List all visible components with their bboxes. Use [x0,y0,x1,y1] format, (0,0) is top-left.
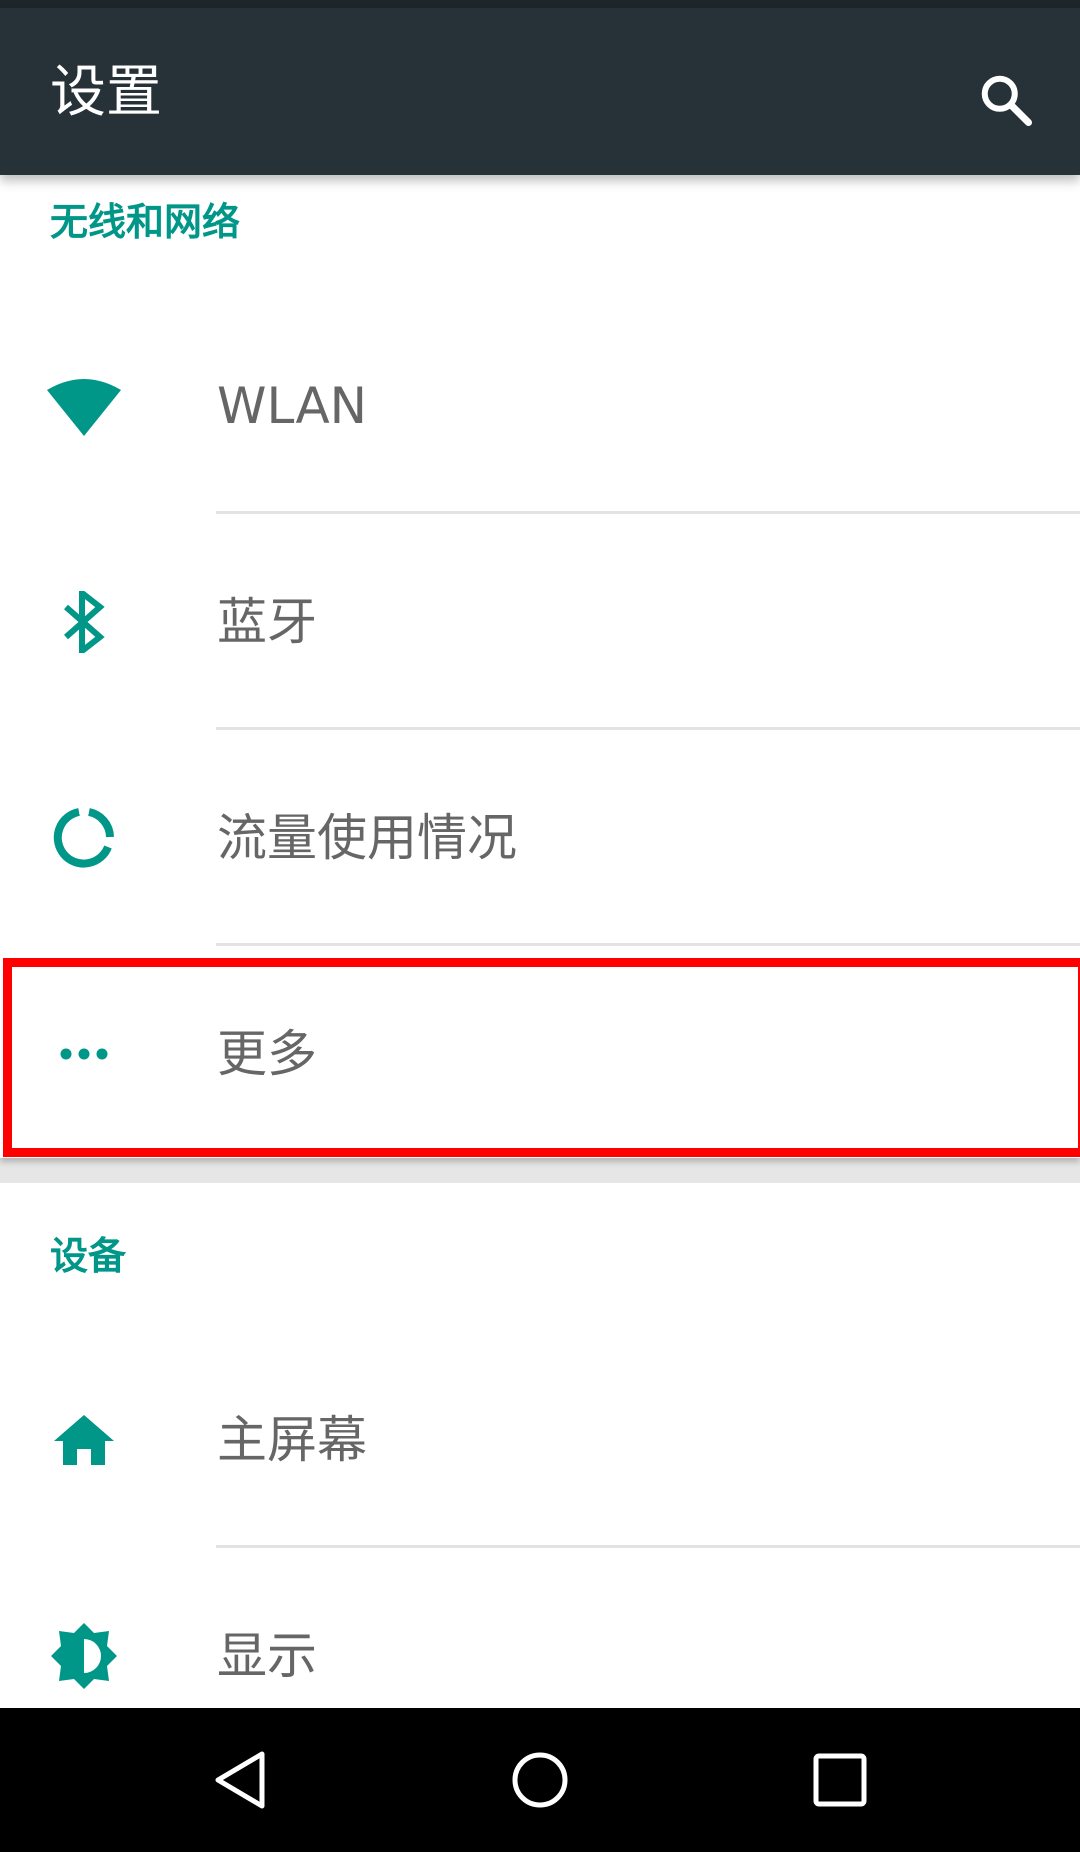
data-usage-icon [40,794,128,882]
brightness-icon [40,1612,128,1700]
device-section: 设备 主屏幕 显示 [0,1183,1080,1708]
settings-item-bluetooth[interactable]: 蓝牙 [0,514,1080,730]
settings-screen: 设置 无线和网络 WLAN 蓝牙 流量使用情况 更多 设备 主屏幕 显示 [0,0,1080,1852]
settings-item-label: 显示 [217,1627,317,1685]
settings-item-label: 主屏幕 [217,1411,367,1469]
settings-item-label: WLAN [217,377,368,435]
settings-item-data-usage[interactable]: 流量使用情况 [0,730,1080,946]
settings-item-label: 流量使用情况 [217,809,517,867]
settings-item-wlan[interactable]: WLAN [0,298,1080,514]
search-icon [981,75,1032,126]
home-button[interactable] [485,1744,595,1816]
page-title: 设置 [50,60,162,125]
recents-button[interactable] [785,1744,895,1816]
section-header-wireless: 无线和网络 [50,200,241,244]
home-circle-icon [512,1752,568,1808]
recents-icon [813,1753,867,1807]
search-button[interactable] [966,60,1046,140]
navigation-bar [0,1708,1080,1852]
settings-item-more[interactable]: 更多 [0,946,1080,1162]
settings-item-label: 蓝牙 [217,593,317,651]
home-icon [40,1396,128,1484]
wireless-networks-section: 无线和网络 WLAN 蓝牙 流量使用情况 更多 [0,175,1080,1158]
back-button[interactable] [185,1744,295,1816]
settings-item-home-screen[interactable]: 主屏幕 [0,1332,1080,1548]
wifi-icon [40,362,128,450]
section-header-device: 设备 [50,1234,127,1278]
more-horiz-icon [40,1010,128,1098]
settings-item-label: 更多 [217,1025,317,1083]
bluetooth-icon [40,578,128,666]
app-bar: 设置 [0,8,1080,175]
status-bar [0,0,1080,8]
back-icon [215,1751,265,1809]
